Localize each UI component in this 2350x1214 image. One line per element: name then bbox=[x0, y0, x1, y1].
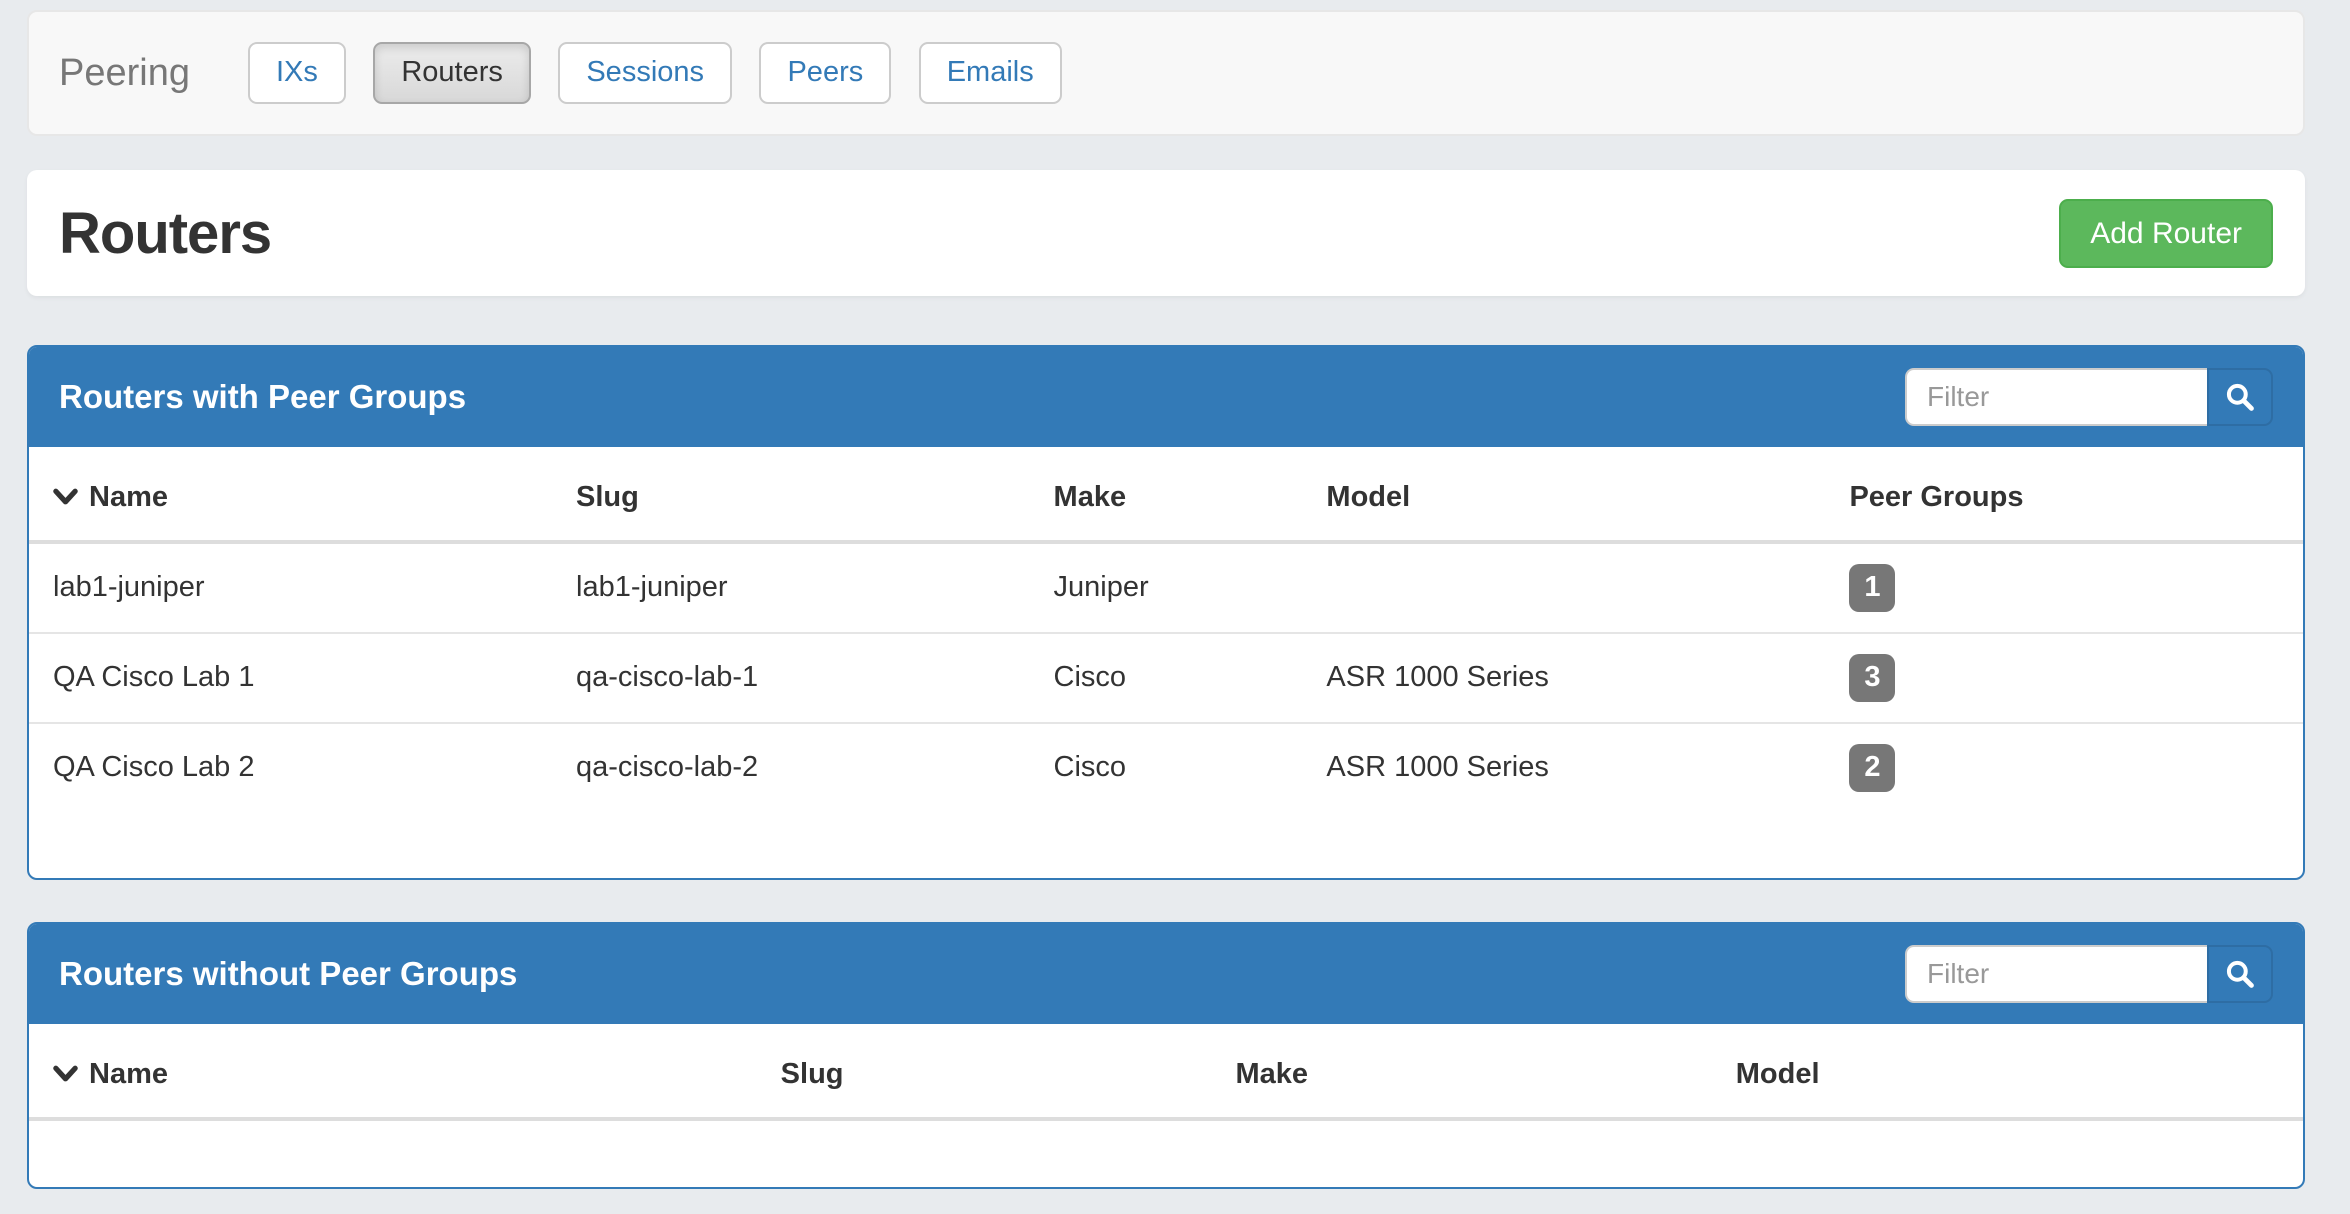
cell-slug: qa-cisco-lab-1 bbox=[552, 633, 1030, 723]
sort-down-icon bbox=[53, 488, 78, 507]
cell-name: QA Cisco Lab 2 bbox=[29, 723, 552, 812]
cell-peer-groups: 1 bbox=[1825, 542, 2303, 633]
peer-groups-badge: 2 bbox=[1849, 744, 1895, 792]
search-button[interactable] bbox=[2207, 368, 2273, 426]
column-header-name[interactable]: Name bbox=[29, 447, 552, 542]
cell-make: Cisco bbox=[1030, 723, 1303, 812]
table-row: QA Cisco Lab 2qa-cisco-lab-2CiscoASR 100… bbox=[29, 723, 2303, 812]
add-router-button[interactable]: Add Router bbox=[2059, 199, 2273, 268]
table-row: lab1-juniperlab1-juniperJuniper1 bbox=[29, 542, 2303, 633]
panel-title: Routers without Peer Groups bbox=[59, 955, 517, 993]
page-container: Peering IXs Routers Sessions Peers Email… bbox=[27, 10, 2305, 1189]
app-brand: Peering bbox=[59, 52, 190, 95]
cell-slug: lab1-juniper bbox=[552, 542, 1030, 633]
panel-heading: Routers without Peer Groups bbox=[29, 924, 2303, 1024]
page-title: Routers bbox=[59, 200, 271, 267]
column-header-model[interactable]: Model bbox=[1302, 447, 1825, 542]
column-header-make[interactable]: Make bbox=[1030, 447, 1303, 542]
cell-model: ASR 1000 Series bbox=[1302, 633, 1825, 723]
filter-group bbox=[1905, 368, 2273, 426]
routers-without-peer-groups-table: Name SlugMakeModel bbox=[29, 1024, 2303, 1121]
nav-button-routers[interactable]: Routers bbox=[373, 42, 531, 104]
column-header-make[interactable]: Make bbox=[1211, 1024, 1711, 1119]
cell-make: Juniper bbox=[1030, 542, 1303, 633]
column-header-label: Name bbox=[89, 1058, 168, 1090]
column-header-slug[interactable]: Slug bbox=[757, 1024, 1212, 1119]
filter-input[interactable] bbox=[1905, 368, 2207, 426]
routers-with-peer-groups-table: Name SlugMakeModelPeer Groups lab1-junipe… bbox=[29, 447, 2303, 812]
column-header-model[interactable]: Model bbox=[1712, 1024, 2303, 1119]
nav-button-emails[interactable]: Emails bbox=[919, 42, 1062, 104]
peer-groups-badge: 3 bbox=[1849, 654, 1895, 702]
column-header-label: Name bbox=[89, 481, 168, 513]
column-header-name[interactable]: Name bbox=[29, 1024, 757, 1119]
cell-slug: qa-cisco-lab-2 bbox=[552, 723, 1030, 812]
search-icon bbox=[2224, 381, 2256, 413]
page-header: Routers Add Router bbox=[27, 170, 2305, 296]
panel-routers-without-peer-groups: Routers without Peer Groups Name SlugMake… bbox=[27, 922, 2305, 1189]
search-button[interactable] bbox=[2207, 945, 2273, 1003]
table-row: QA Cisco Lab 1qa-cisco-lab-1CiscoASR 100… bbox=[29, 633, 2303, 723]
cell-name: QA Cisco Lab 1 bbox=[29, 633, 552, 723]
filter-group bbox=[1905, 945, 2273, 1003]
cell-peer-groups: 3 bbox=[1825, 633, 2303, 723]
cell-model: ASR 1000 Series bbox=[1302, 723, 1825, 812]
filter-input[interactable] bbox=[1905, 945, 2207, 1003]
panel-heading: Routers with Peer Groups bbox=[29, 347, 2303, 447]
panel-title: Routers with Peer Groups bbox=[59, 378, 466, 416]
nav-button-sessions[interactable]: Sessions bbox=[558, 42, 732, 104]
cell-model bbox=[1302, 542, 1825, 633]
column-header-peer-groups[interactable]: Peer Groups bbox=[1825, 447, 2303, 542]
cell-name: lab1-juniper bbox=[29, 542, 552, 633]
panel-routers-with-peer-groups: Routers with Peer Groups Name SlugMakeMod… bbox=[27, 345, 2305, 880]
cell-make: Cisco bbox=[1030, 633, 1303, 723]
peer-groups-badge: 1 bbox=[1849, 564, 1895, 612]
column-header-slug[interactable]: Slug bbox=[552, 447, 1030, 542]
navbar: Peering IXs Routers Sessions Peers Email… bbox=[27, 10, 2305, 136]
nav-buttons: IXs Routers Sessions Peers Emails bbox=[248, 42, 1085, 104]
table-header-row: Name SlugMakeModel bbox=[29, 1024, 2303, 1119]
sort-down-icon bbox=[53, 1065, 78, 1084]
nav-button-peers[interactable]: Peers bbox=[759, 42, 891, 104]
nav-button-ixs[interactable]: IXs bbox=[248, 42, 346, 104]
cell-peer-groups: 2 bbox=[1825, 723, 2303, 812]
table-header-row: Name SlugMakeModelPeer Groups bbox=[29, 447, 2303, 542]
search-icon bbox=[2224, 958, 2256, 990]
